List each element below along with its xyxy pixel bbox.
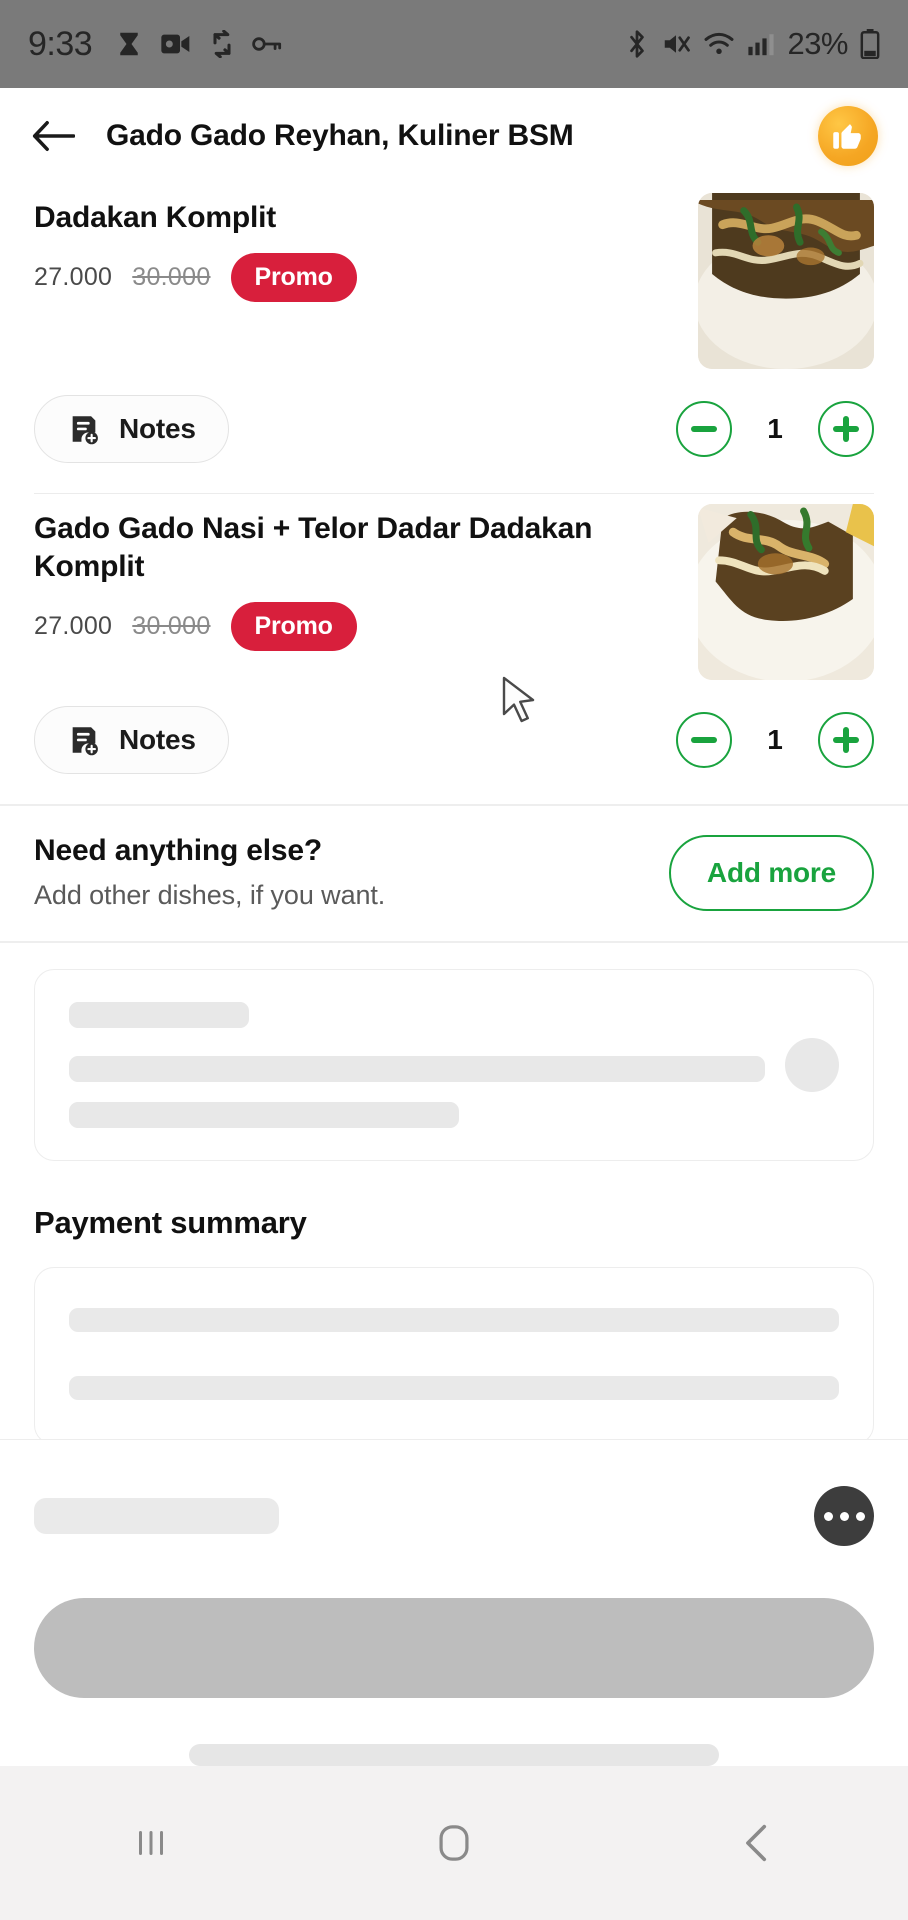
cart-item-title: Dadakan Komplit	[34, 201, 277, 234]
page-title: Gado Gado Reyhan, Kuliner BSM	[106, 118, 574, 152]
cart-item-info: Dadakan Komplit 27.000 30.000 Promo	[34, 193, 678, 369]
cart-item: Gado Gado Nasi + Telor Dadar Dadakan Kom…	[0, 494, 908, 804]
cart-item-price-row: 27.000 30.000 Promo	[34, 252, 678, 302]
back-button[interactable]	[30, 113, 76, 159]
status-bar-clock: 9:33	[28, 24, 93, 63]
bottom-action-bar	[0, 1439, 908, 1766]
promo-badge: Promo	[230, 252, 357, 302]
item-price-current: 27.000	[34, 611, 113, 640]
quantity-stepper: 1	[676, 401, 874, 457]
quantity-value: 1	[767, 413, 783, 444]
vpn-key-icon	[252, 37, 282, 51]
increase-quantity-button[interactable]	[818, 712, 874, 768]
notes-button[interactable]: Notes	[34, 395, 229, 463]
decrease-quantity-button[interactable]	[676, 401, 732, 457]
back-chevron-icon	[745, 1824, 766, 1862]
item-price-original: 30.000	[132, 611, 211, 640]
gado-gado-dish-photo	[698, 193, 874, 369]
minus-icon	[691, 426, 717, 432]
skeleton-bar	[69, 1376, 839, 1400]
note-add-icon	[72, 727, 98, 756]
cart-item-price-row: 27.000 30.000 Promo	[34, 601, 678, 651]
arrow-left-icon	[32, 120, 75, 151]
quantity-value: 1	[767, 724, 783, 755]
cart-item: Dadakan Komplit 27.000 30.000 Promo Note…	[0, 183, 908, 493]
skeleton-lines	[69, 1002, 765, 1128]
cart-item-main: Gado Gado Nasi + Telor Dadar Dadakan Kom…	[34, 504, 874, 680]
cart-item-main: Dadakan Komplit 27.000 30.000 Promo	[34, 193, 874, 369]
battery-icon	[860, 29, 880, 59]
wifi-icon	[704, 32, 734, 55]
mute-icon	[665, 35, 691, 53]
cart-item-actions: Notes 1	[34, 706, 874, 804]
bluetooth-icon	[630, 30, 645, 58]
hourglass-icon	[120, 32, 138, 56]
delivery-info-skeleton-card	[34, 969, 874, 1161]
increase-quantity-button[interactable]	[818, 401, 874, 457]
merchant-rating-badge[interactable]	[818, 105, 878, 166]
data-sync-icon	[213, 30, 231, 58]
video-camera-icon	[161, 34, 190, 54]
cart-item-info: Gado Gado Nasi + Telor Dadar Dadakan Kom…	[34, 504, 678, 680]
gado-gado-telor-dadar-photo	[698, 504, 874, 680]
status-bar: 9:33 23%	[0, 0, 908, 88]
place-order-button[interactable]	[34, 1598, 874, 1698]
note-add-icon	[72, 416, 98, 445]
decrease-quantity-button[interactable]	[676, 712, 732, 768]
notes-button-label: Notes	[119, 413, 196, 444]
status-bar-left-icons	[114, 29, 282, 59]
more-options-button[interactable]	[814, 1486, 874, 1546]
battery-percent-label: 23%	[787, 26, 848, 61]
more-horizontal-icon	[839, 1511, 849, 1521]
cart-item-title: Gado Gado Nasi + Telor Dadar Dadakan Kom…	[34, 512, 593, 583]
skeleton-bar	[34, 1498, 279, 1534]
skeleton-bar	[69, 1308, 839, 1332]
android-navigation-bar	[0, 1766, 908, 1920]
skeleton-bar	[69, 1002, 249, 1028]
quantity-stepper: 1	[676, 712, 874, 768]
cellular-signal-icon	[748, 34, 775, 56]
notes-button-label: Notes	[119, 724, 196, 755]
item-price-current: 27.000	[34, 262, 113, 291]
add-more-button[interactable]: Add more	[668, 834, 874, 911]
back-button[interactable]	[697, 1798, 817, 1888]
payment-summary-title: Payment summary	[34, 1205, 307, 1240]
plus-icon	[833, 416, 859, 442]
skeleton-bar	[69, 1102, 459, 1128]
gesture-handle	[189, 1744, 719, 1766]
skeleton-bar	[69, 1056, 765, 1082]
payment-summary-skeleton-wrap	[0, 1267, 908, 1445]
status-bar-right-icons: 23%	[625, 26, 880, 62]
notes-button[interactable]: Notes	[34, 706, 229, 774]
app-header: Gado Gado Reyhan, Kuliner BSM	[0, 88, 908, 183]
home-button[interactable]	[394, 1798, 514, 1888]
minus-icon	[691, 737, 717, 743]
upsell-title: Need anything else?	[34, 834, 322, 867]
skeleton-avatar	[785, 1038, 839, 1092]
delivery-info-skeleton-wrap	[0, 943, 908, 1161]
promo-badge: Promo	[230, 601, 357, 651]
payment-summary-skeleton-card	[34, 1267, 874, 1445]
cart-item-thumbnail[interactable]	[698, 193, 874, 369]
recents-button[interactable]	[91, 1798, 211, 1888]
recents-icon	[139, 1831, 164, 1855]
bottom-bar-row	[34, 1486, 874, 1546]
more-horizontal-icon	[855, 1511, 865, 1521]
item-price-original: 30.000	[132, 262, 211, 291]
plus-icon	[833, 727, 859, 753]
upsell-text: Need anything else? Add other dishes, if…	[34, 834, 649, 911]
more-horizontal-icon	[823, 1511, 833, 1521]
app-screen: 9:33 23% Gado Gado Reyhan, Kuliner BSM D…	[0, 0, 908, 1920]
upsell-section: Need anything else? Add other dishes, if…	[0, 806, 908, 941]
upsell-subtitle: Add other dishes, if you want.	[34, 880, 386, 910]
thumbs-up-icon	[833, 123, 861, 149]
cart-item-actions: Notes 1	[34, 395, 874, 493]
cart-item-thumbnail[interactable]	[698, 504, 874, 680]
home-icon	[439, 1825, 469, 1861]
